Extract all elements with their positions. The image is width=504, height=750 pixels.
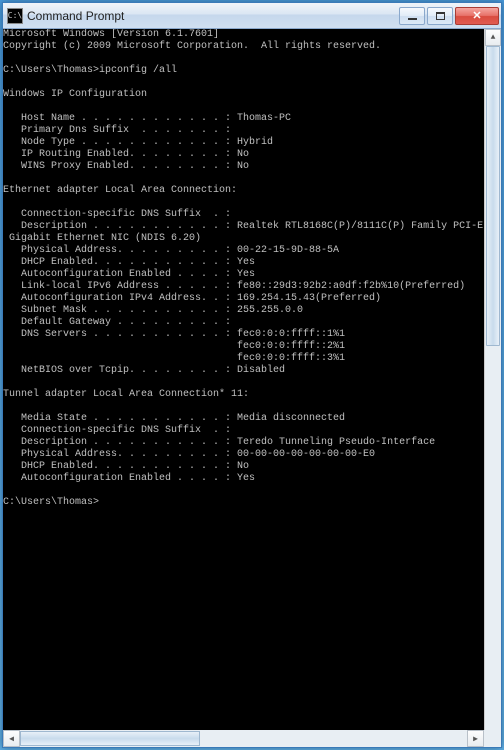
maximize-button[interactable]: [427, 7, 453, 25]
terminal-area: Microsoft Windows [Version 6.1.7601] Cop…: [3, 29, 501, 747]
scroll-thumb-horizontal[interactable]: [20, 731, 200, 746]
scroll-up-button[interactable]: ▲: [485, 29, 501, 46]
window-title: Command Prompt: [27, 9, 399, 23]
horizontal-scrollbar[interactable]: ◀ ▶: [3, 730, 484, 747]
terminal-output[interactable]: Microsoft Windows [Version 6.1.7601] Cop…: [3, 29, 484, 747]
window-controls: ✕: [399, 7, 499, 25]
minimize-button[interactable]: [399, 7, 425, 25]
cmd-icon: C:\: [7, 8, 23, 24]
scroll-track-horizontal[interactable]: [20, 730, 467, 747]
command-prompt-window: C:\ Command Prompt ✕ Microsoft Windows […: [2, 2, 502, 748]
titlebar[interactable]: C:\ Command Prompt ✕: [3, 3, 501, 29]
scrollbar-corner: [484, 730, 501, 747]
close-button[interactable]: ✕: [455, 7, 499, 25]
scroll-track-vertical[interactable]: [485, 46, 501, 730]
scroll-left-button[interactable]: ◀: [3, 730, 20, 747]
scroll-right-button[interactable]: ▶: [467, 730, 484, 747]
close-icon: ✕: [472, 9, 481, 22]
vertical-scrollbar[interactable]: ▲ ▼: [484, 29, 501, 747]
minimize-icon: [408, 18, 417, 20]
maximize-icon: [436, 12, 445, 20]
scroll-thumb-vertical[interactable]: [486, 46, 500, 346]
